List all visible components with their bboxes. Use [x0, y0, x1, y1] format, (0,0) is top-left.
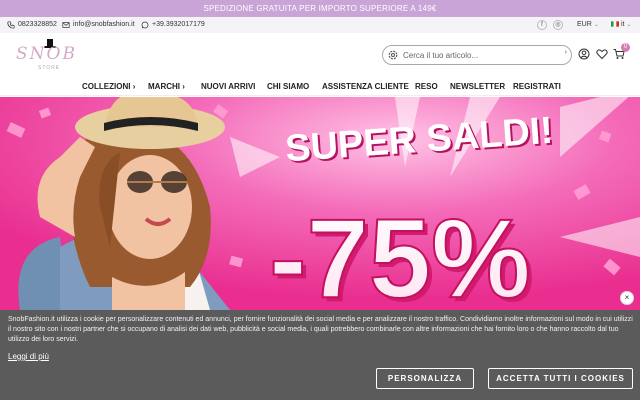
- cookie-text: SnobFashion.it utilizza i cookie per per…: [8, 316, 633, 343]
- facebook-icon[interactable]: f: [537, 20, 547, 30]
- nav-item-chi-siamo[interactable]: CHI SIAMO: [267, 78, 309, 96]
- chevron-down-icon: ⌄: [593, 22, 599, 28]
- nav-label: COLLEZIONI: [82, 82, 131, 91]
- wishlist-heart-icon[interactable]: [596, 48, 608, 60]
- nav-item-nuovi-arrivi[interactable]: NUOVI ARRIVI: [201, 78, 255, 96]
- chevron-down-icon: ⌄: [626, 22, 632, 28]
- nav-item-marchi[interactable]: MARCHI ›: [148, 78, 185, 96]
- email-contact[interactable]: info@snobfashion.it: [62, 17, 135, 33]
- whatsapp-contact[interactable]: +39.3932017179: [141, 17, 205, 33]
- language-value: it: [620, 21, 625, 28]
- discount-graphic: -75% -75%: [268, 195, 534, 310]
- nav-item-collezioni[interactable]: COLLEZIONI ›: [82, 78, 135, 96]
- search-arrow-icon[interactable]: ›: [565, 49, 567, 56]
- phone-contact[interactable]: 0823328852: [7, 17, 57, 33]
- italy-flag-icon: [611, 21, 619, 27]
- account-icon[interactable]: [578, 48, 590, 60]
- phone-icon: [7, 21, 15, 29]
- hero-banner[interactable]: SUPER SALDI! SUPER SALDI! -75% -75%: [0, 97, 640, 310]
- whatsapp-icon: [141, 21, 149, 29]
- settings-gear-icon[interactable]: [387, 49, 399, 61]
- site-header: SNOB STORE › 0: [0, 33, 640, 78]
- currency-value: EUR: [577, 21, 592, 28]
- search-bar: ›: [382, 45, 572, 65]
- whatsapp-number: +39.3932017179: [152, 21, 205, 28]
- phone-number: 0823328852: [18, 21, 57, 28]
- site-logo[interactable]: SNOB STORE: [10, 39, 80, 72]
- close-icon[interactable]: ×: [620, 291, 634, 305]
- main-nav: COLLEZIONI › MARCHI › NUOVI ARRIVI CHI S…: [0, 78, 640, 96]
- cookie-banner: SnobFashion.it utilizza i cookie per per…: [0, 310, 640, 400]
- nav-item-newsletter[interactable]: NEWSLETTER: [450, 78, 505, 96]
- currency-selector[interactable]: EUR ⌄: [577, 17, 599, 33]
- chevron-right-icon: ›: [182, 82, 185, 91]
- nav-item-assistenza-cliente[interactable]: ASSISTENZA CLIENTE: [322, 78, 409, 96]
- cart-count-badge: 0: [621, 43, 630, 52]
- contact-bar: 0823328852 info@snobfashion.it +39.39320…: [0, 17, 640, 33]
- promo-bar: SPEDIZIONE GRATUITA PER IMPORTO SUPERIOR…: [0, 0, 640, 17]
- customize-cookies-button[interactable]: PERSONALIZZA: [376, 368, 474, 389]
- logo-text: SNOB: [16, 44, 77, 64]
- instagram-icon[interactable]: ◎: [553, 20, 563, 30]
- hero-graphic: SUPER SALDI! SUPER SALDI! -75% -75%: [0, 97, 640, 310]
- nav-item-registrati[interactable]: REGISTRATI: [513, 78, 561, 96]
- nav-item-reso[interactable]: RESO: [415, 78, 438, 96]
- nav-label: MARCHI: [148, 82, 180, 91]
- accept-all-cookies-button[interactable]: ACCETTA TUTTI I COOKIES: [488, 368, 633, 389]
- read-more-link[interactable]: Leggi di più: [8, 352, 49, 361]
- language-selector[interactable]: it ⌄: [611, 17, 631, 33]
- discount-text: -75%: [269, 196, 530, 310]
- chevron-right-icon: ›: [132, 82, 136, 91]
- search-input[interactable]: [403, 48, 553, 62]
- mail-icon: [62, 22, 70, 28]
- logo-subtext: STORE: [38, 65, 61, 71]
- email-address: info@snobfashion.it: [73, 21, 135, 28]
